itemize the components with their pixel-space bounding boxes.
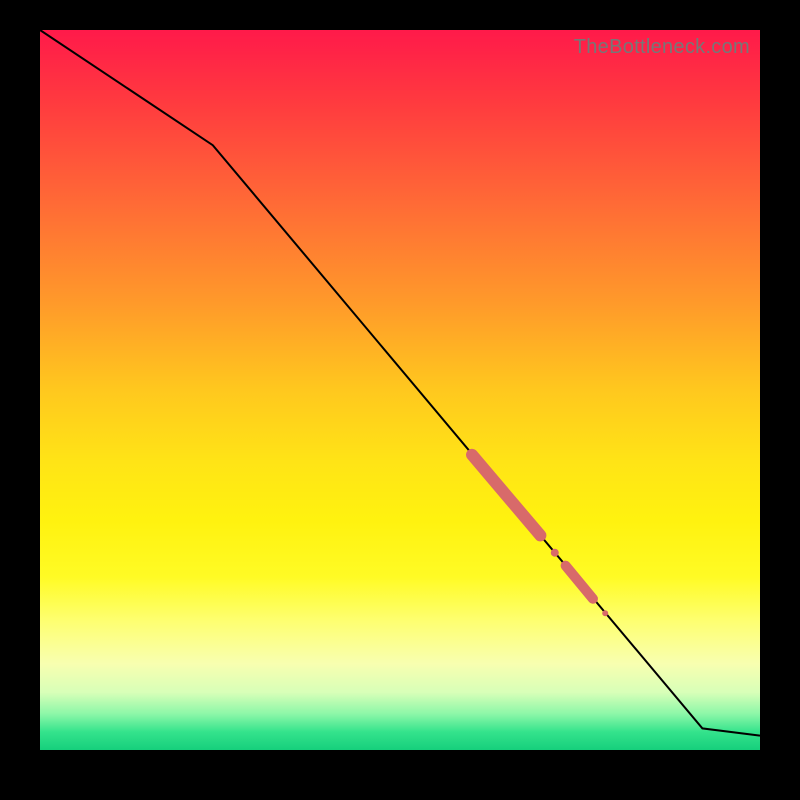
chart-overlay — [40, 30, 760, 750]
marker-dot — [602, 610, 608, 616]
chart-plot-area: TheBottleneck.com — [40, 30, 760, 750]
marker-segment — [566, 566, 593, 599]
marker-dot — [551, 549, 559, 557]
marker-segment — [472, 455, 540, 536]
chart-markers — [472, 455, 608, 616]
chart-stage: TheBottleneck.com — [0, 0, 800, 800]
chart-curve — [40, 30, 760, 736]
